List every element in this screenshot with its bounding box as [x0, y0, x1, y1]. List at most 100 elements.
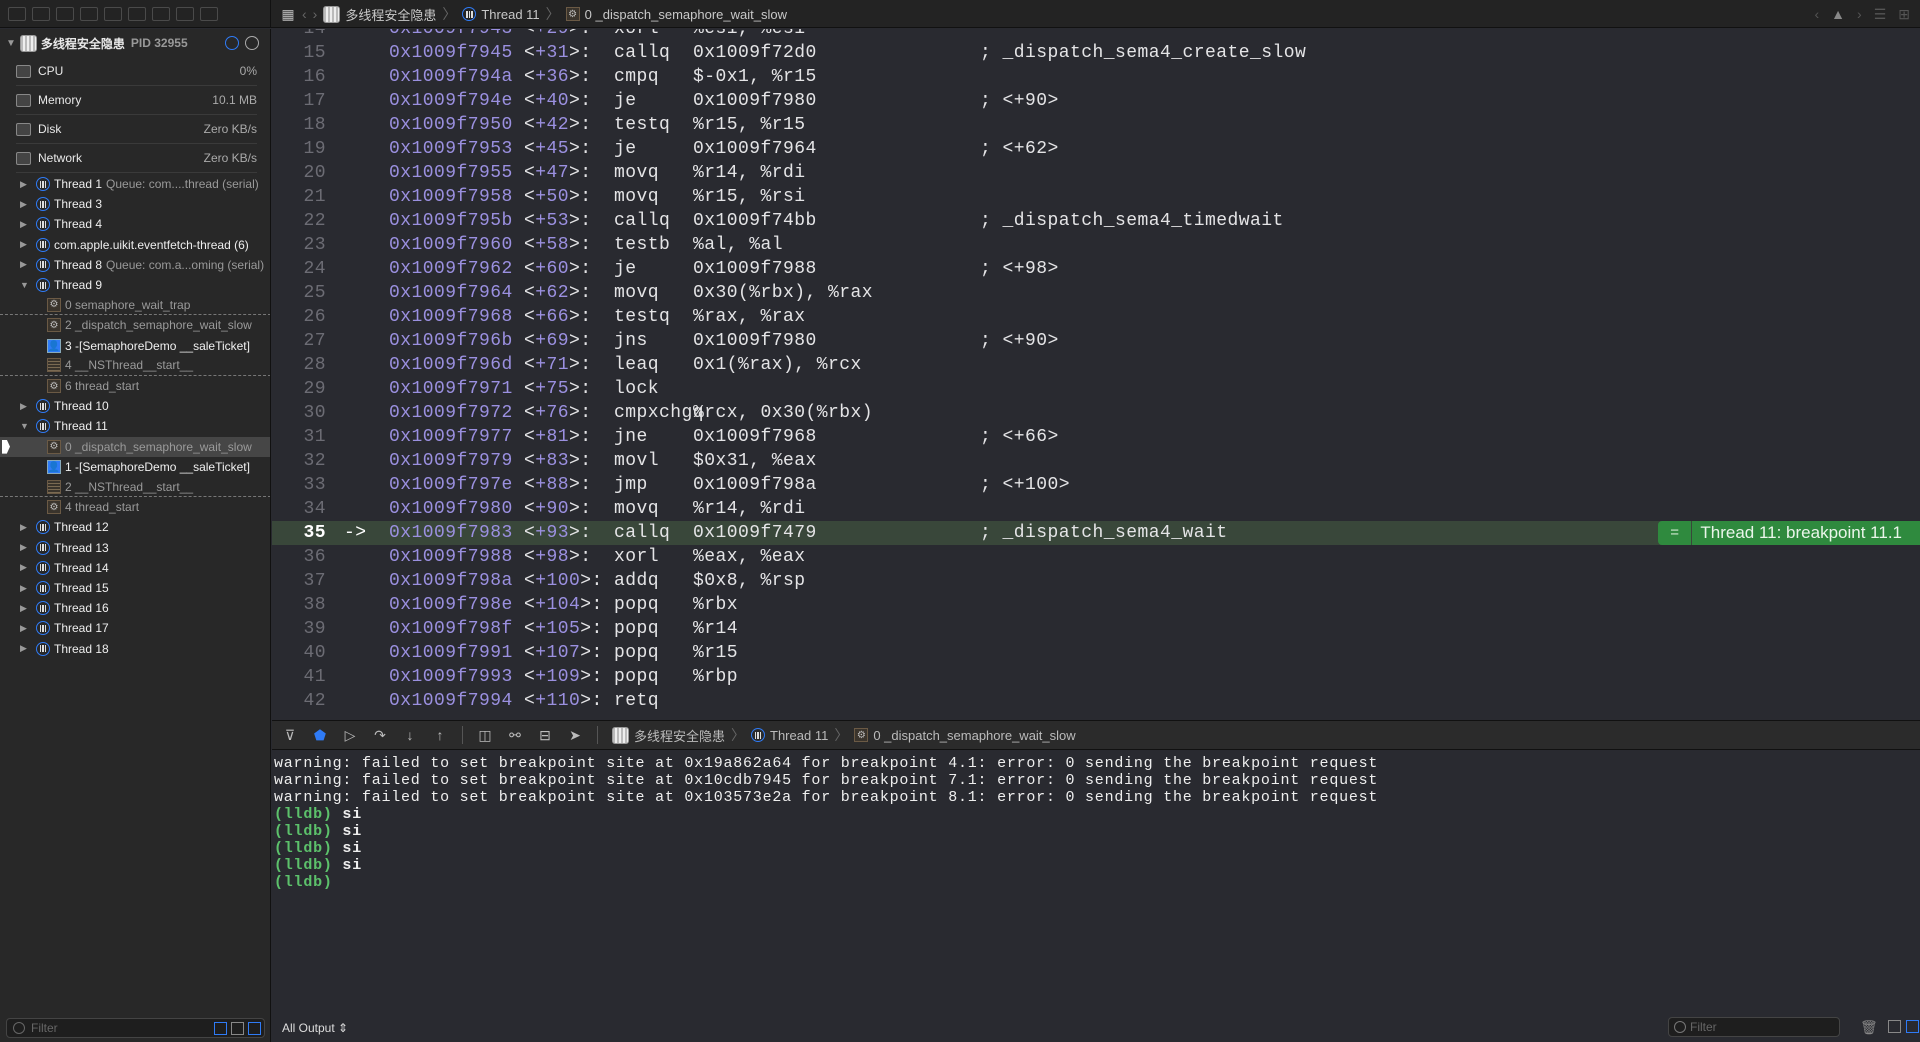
step-into-icon[interactable]: ↓ [402, 727, 418, 743]
disclosure-triangle-icon[interactable]: ▶ [20, 603, 32, 614]
issue-navigator-icon[interactable] [104, 7, 122, 21]
thread-row[interactable]: ▶ Thread 14 [0, 558, 270, 578]
disclosure-triangle-icon[interactable]: ▶ [20, 179, 32, 190]
disassembly-line[interactable]: 21 0x1009f7958 <+50>: movq %r15, %rsi [272, 185, 1920, 209]
disclosure-triangle-icon[interactable]: ▶ [20, 623, 32, 634]
disassembly-line[interactable]: 20 0x1009f7955 <+47>: movq %r14, %rdi [272, 161, 1920, 185]
editor-options-icon[interactable]: ☰ [1874, 6, 1887, 23]
stack-frame-row[interactable]: ⚙ 0 _dispatch_semaphore_wait_slow [0, 436, 270, 457]
disclosure-triangle-icon[interactable]: ▶ [20, 401, 32, 412]
disassembly-line[interactable]: 35 -> 0x1009f7983 <+93>: callq 0x1009f7479 ; _… [272, 521, 1920, 545]
thread-row[interactable]: ▶ Thread 16 [0, 598, 270, 618]
disassembly-line[interactable]: 27 0x1009f796b <+69>: jns 0x1009f7980 ; <+90> [272, 329, 1920, 353]
environment-overrides-icon[interactable]: ⊟ [537, 727, 553, 743]
source-control-icon[interactable] [32, 7, 50, 21]
disassembly-line[interactable]: 31 0x1009f7977 <+81>: jne 0x1009f7968 ; <+66> [272, 425, 1920, 449]
debug-gauge-icon[interactable] [225, 36, 239, 50]
debug-breadcrumb-thread[interactable]: Thread 11 [751, 728, 828, 743]
breadcrumb-app[interactable]: 多线程安全隐患 [323, 5, 436, 24]
thread-row[interactable]: ▶ Thread 1 Queue: com....thread (serial) [0, 174, 270, 194]
disassembly-line[interactable]: 29 0x1009f7971 <+75>: lock [272, 377, 1920, 401]
navigator-filter-field[interactable]: Filter [6, 1018, 265, 1038]
thread-row[interactable]: ▶ Thread 3 [0, 194, 270, 214]
disclosure-triangle-icon[interactable]: ▶ [20, 562, 32, 573]
disassembly-line[interactable]: 28 0x1009f796d <+71>: leaq 0x1(%rax), %rcx [272, 353, 1920, 377]
breakpoints-toggle-icon[interactable]: ⬟ [312, 727, 328, 743]
disassembly-line[interactable]: 18 0x1009f7950 <+42>: testq %r15, %r15 [272, 113, 1920, 137]
thread-row[interactable]: ▶ Thread 13 [0, 538, 270, 558]
disclosure-triangle-icon[interactable]: ▼ [20, 421, 32, 431]
stack-frame-row[interactable]: 2 __NSThread__start__ [0, 477, 270, 497]
breakpoint-navigator-icon[interactable] [176, 7, 194, 21]
disassembly-line[interactable]: 14 0x1009f7943 <+29>: xorl %esi, %esi [272, 29, 1920, 41]
stack-frame-row[interactable]: 4 __NSThread__start__ [0, 356, 270, 376]
disassembly-line[interactable]: 24 0x1009f7962 <+60>: je 0x1009f7988 ; <+98> [272, 257, 1920, 281]
disassembly-line[interactable]: 25 0x1009f7964 <+62>: movq 0x30(%rbx), %rax [272, 281, 1920, 305]
debug-breadcrumb-app[interactable]: 多线程安全隐患 [612, 726, 725, 745]
show-running-icon[interactable] [231, 1021, 244, 1035]
add-editor-icon[interactable]: ⊞ [1898, 6, 1910, 23]
warning-icon[interactable]: ▲ [1831, 6, 1845, 22]
disassembly-line[interactable]: 26 0x1009f7968 <+66>: testq %rax, %rax [272, 305, 1920, 329]
stack-frame-row[interactable]: ⚙ 2 _dispatch_semaphore_wait_slow [0, 315, 270, 335]
step-out-icon[interactable]: ↑ [432, 727, 448, 743]
thread-row[interactable]: ▶ Thread 17 [0, 618, 270, 638]
test-navigator-icon[interactable] [128, 7, 146, 21]
report-navigator-icon[interactable] [200, 7, 218, 21]
debug-breadcrumb-frame[interactable]: ⚙ 0 _dispatch_semaphore_wait_slow [854, 728, 1076, 743]
disassembly-line[interactable]: 34 0x1009f7980 <+90>: movq %r14, %rdi [272, 497, 1920, 521]
disassembly-line[interactable]: 32 0x1009f7979 <+83>: movl $0x31, %eax [272, 449, 1920, 473]
disassembly-line[interactable]: 36 0x1009f7988 <+98>: xorl %eax, %eax [272, 545, 1920, 569]
gauge-cpu[interactable]: CPU 0% [16, 57, 257, 86]
disassembly-line[interactable]: 23 0x1009f7960 <+58>: testb %al, %al [272, 233, 1920, 257]
step-over-icon[interactable]: ↷ [372, 727, 388, 743]
disassembly-line[interactable]: 41 0x1009f7993 <+109>: popq %rbp [272, 665, 1920, 689]
previous-issue-icon[interactable]: ‹ [1815, 6, 1820, 22]
console-filter-field[interactable]: Filter [1668, 1017, 1840, 1037]
process-row[interactable]: ▼ 多线程安全隐患 PID 32955 [0, 29, 270, 57]
trash-icon[interactable]: 🗑 [1860, 1019, 1878, 1036]
gauge-network[interactable]: Network Zero KB/s [16, 144, 257, 173]
disclosure-triangle-icon[interactable]: ▶ [20, 199, 32, 210]
stack-frame-row[interactable]: 👤 1 -[SemaphoreDemo __saleTicket] [0, 457, 270, 477]
thread-row[interactable]: ▼ Thread 9 [0, 275, 270, 295]
disclosure-triangle-icon[interactable]: ▶ [20, 643, 32, 654]
disassembly-line[interactable]: 19 0x1009f7953 <+45>: je 0x1009f7964 ; <+62> [272, 137, 1920, 161]
variables-view-toggle-icon[interactable] [1888, 1020, 1901, 1033]
thread-row[interactable]: ▶ Thread 18 [0, 639, 270, 659]
disclosure-triangle-icon[interactable]: ▶ [20, 542, 32, 553]
console-view-toggle-icon[interactable] [1906, 1020, 1919, 1033]
forward-icon[interactable]: › [313, 6, 318, 22]
breakpoint-badge[interactable]: = Thread 11: breakpoint 11.1 [1658, 521, 1920, 545]
find-navigator-icon[interactable] [80, 7, 98, 21]
stack-frame-row[interactable]: ⚙ 0 semaphore_wait_trap [0, 295, 270, 316]
disassembly-line[interactable]: 22 0x1009f795b <+53>: callq 0x1009f74bb ; _di… [272, 209, 1920, 233]
symbol-navigator-icon[interactable] [56, 7, 74, 21]
hide-debug-area-icon[interactable]: ⊽ [282, 727, 298, 743]
thread-row[interactable]: ▼ Thread 11 [0, 416, 270, 436]
simulate-location-icon[interactable]: ➤ [567, 727, 583, 743]
debug-navigator-icon[interactable] [152, 7, 170, 21]
disassembly-line[interactable]: 30 0x1009f7972 <+76>: cmpxchgq %rcx, 0x30(%r… [272, 401, 1920, 425]
lldb-console[interactable]: warning: failed to set breakpoint site a… [272, 751, 1920, 1013]
thread-row[interactable]: ▶ Thread 12 [0, 517, 270, 537]
view-hierarchy-icon[interactable]: ◫ [477, 727, 493, 743]
gauge-disk[interactable]: Disk Zero KB/s [16, 115, 257, 144]
disassembly-line[interactable]: 16 0x1009f794a <+36>: cmpq $-0x1, %r15 [272, 65, 1920, 89]
stack-frame-row[interactable]: 👤 3 -[SemaphoreDemo __saleTicket] [0, 336, 270, 356]
breadcrumb-thread[interactable]: Thread 11 [462, 7, 540, 22]
view-by-queue-icon[interactable] [248, 1021, 261, 1035]
thread-row[interactable]: ▶ Thread 4 [0, 214, 270, 234]
disassembly-editor[interactable]: 14 0x1009f7943 <+29>: xorl %esi, %esi 15 0x100… [272, 29, 1920, 720]
disclosure-triangle-icon[interactable]: ▶ [20, 239, 32, 250]
continue-icon[interactable]: ▷ [342, 727, 358, 743]
thread-row[interactable]: ▶ com.apple.uikit.eventfetch-thread (6) [0, 235, 270, 255]
disassembly-line[interactable]: 33 0x1009f797e <+88>: jmp 0x1009f798a ; <+100… [272, 473, 1920, 497]
thread-row[interactable]: ▶ Thread 8 Queue: com.a...oming (serial) [0, 255, 270, 275]
disclosure-triangle-icon[interactable]: ▶ [20, 259, 32, 270]
disclosure-triangle-icon[interactable]: ▶ [20, 522, 32, 533]
breakpoint-menu-icon[interactable]: = [1658, 521, 1692, 545]
show-crashed-only-icon[interactable] [214, 1021, 227, 1035]
disclosure-triangle-icon[interactable]: ▶ [20, 583, 32, 594]
thread-view-icon[interactable] [245, 36, 259, 50]
